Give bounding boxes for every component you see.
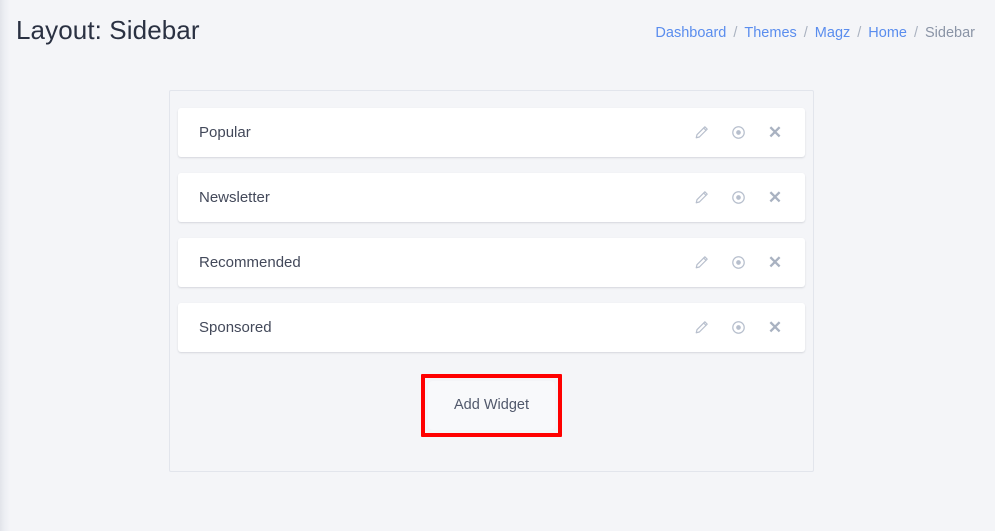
- breadcrumb-item-sidebar: Sidebar: [925, 25, 975, 41]
- widget-name: Sponsored: [199, 319, 272, 336]
- widget-name: Recommended: [199, 254, 301, 271]
- widget-name: Popular: [199, 124, 251, 141]
- breadcrumb-item-home[interactable]: Home: [868, 25, 907, 41]
- breadcrumb-item-themes[interactable]: Themes: [744, 25, 796, 41]
- breadcrumb-separator: /: [913, 25, 919, 41]
- widget-panel: Popular ✕ Newsletter ✕ Recommended ✕ Spo…: [169, 90, 814, 472]
- edit-pencil-icon[interactable]: [693, 320, 709, 336]
- widget-name: Newsletter: [199, 189, 270, 206]
- widget-row[interactable]: Recommended ✕: [178, 238, 805, 287]
- breadcrumb-item-dashboard[interactable]: Dashboard: [655, 25, 726, 41]
- widget-row-actions: ✕: [693, 319, 791, 336]
- close-x-icon[interactable]: ✕: [767, 189, 783, 206]
- breadcrumb-separator: /: [803, 25, 808, 41]
- widget-row-actions: ✕: [693, 254, 791, 271]
- eye-icon[interactable]: [730, 255, 746, 271]
- widget-row[interactable]: Sponsored ✕: [178, 303, 805, 352]
- eye-icon[interactable]: [730, 320, 746, 336]
- add-widget-area: Add Widget: [170, 374, 813, 437]
- page-header: Layout: Sidebar Dashboard / Themes / Mag…: [0, 0, 995, 62]
- breadcrumb: Dashboard / Themes / Magz / Home / Sideb…: [655, 21, 975, 41]
- close-x-icon[interactable]: ✕: [767, 124, 783, 141]
- widget-row-actions: ✕: [693, 189, 791, 206]
- eye-icon[interactable]: [730, 190, 746, 206]
- widget-row-actions: ✕: [693, 124, 791, 141]
- breadcrumb-separator: /: [857, 25, 862, 41]
- breadcrumb-item-magz[interactable]: Magz: [815, 25, 850, 41]
- breadcrumb-separator: /: [733, 25, 738, 41]
- edit-pencil-icon[interactable]: [693, 125, 709, 141]
- highlight-box: Add Widget: [421, 374, 562, 437]
- widget-row[interactable]: Popular ✕: [178, 108, 805, 157]
- widget-list: Popular ✕ Newsletter ✕ Recommended ✕ Spo…: [178, 108, 805, 352]
- page-title: Layout: Sidebar: [16, 15, 200, 46]
- widget-row[interactable]: Newsletter ✕: [178, 173, 805, 222]
- page-root: Layout: Sidebar Dashboard / Themes / Mag…: [0, 0, 995, 531]
- add-widget-button[interactable]: Add Widget: [428, 381, 555, 430]
- close-x-icon[interactable]: ✕: [767, 254, 783, 271]
- sidebar-edge-shadow: [0, 0, 10, 531]
- eye-icon[interactable]: [730, 125, 746, 141]
- close-x-icon[interactable]: ✕: [767, 319, 783, 336]
- edit-pencil-icon[interactable]: [693, 255, 709, 271]
- edit-pencil-icon[interactable]: [693, 190, 709, 206]
